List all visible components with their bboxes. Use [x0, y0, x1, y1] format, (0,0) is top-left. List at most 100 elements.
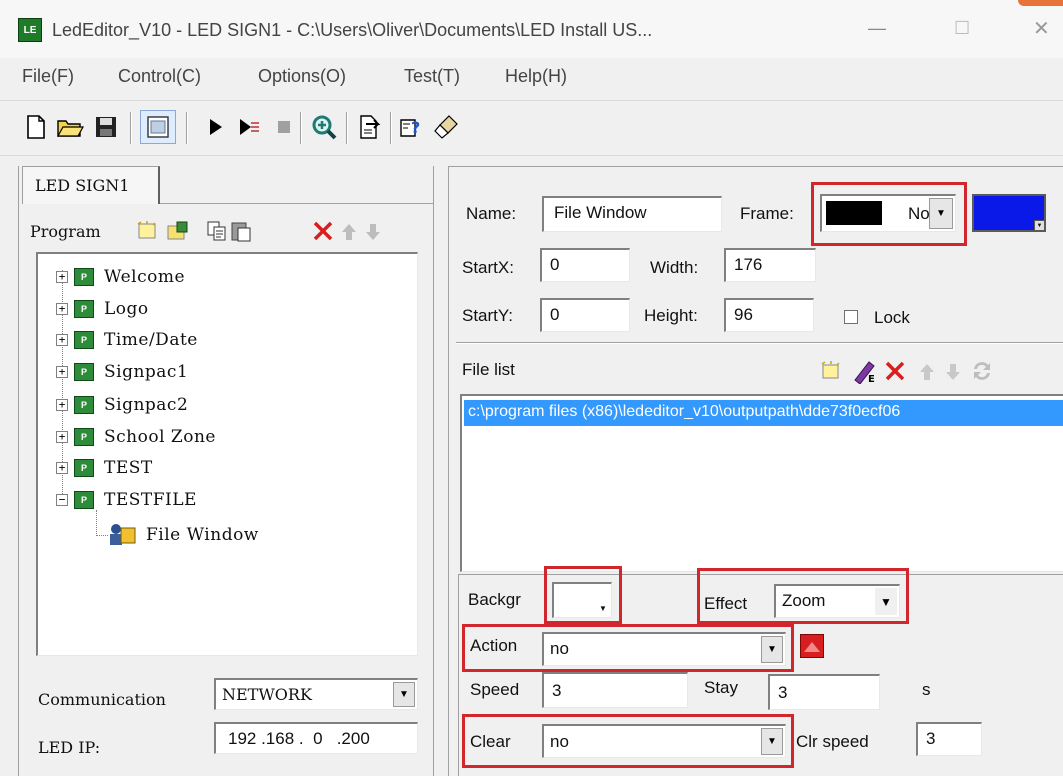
clr-speed-input[interactable]: 3: [916, 722, 982, 756]
toolbar-separator: [130, 112, 132, 144]
toolbar-separator: [186, 112, 188, 144]
height-input[interactable]: 96: [724, 298, 814, 332]
file-list-label: File list: [462, 360, 515, 379]
stay-unit: s: [922, 680, 931, 699]
expand-button[interactable]: +: [56, 431, 68, 443]
tree-item-welcome[interactable]: + P Welcome: [56, 262, 185, 292]
menu-control[interactable]: Control(C): [118, 66, 201, 87]
expand-button[interactable]: +: [56, 334, 68, 346]
tree-item-label: School Zone: [104, 427, 216, 447]
zoom-icon[interactable]: [310, 113, 338, 141]
save-icon[interactable]: [92, 113, 120, 141]
expand-button[interactable]: +: [56, 462, 68, 474]
tree-item-label: TEST: [104, 458, 153, 478]
tree-item-label: Time/Date: [104, 330, 198, 350]
tree-item-school-zone[interactable]: + P School Zone: [56, 422, 216, 452]
starty-label: StartY:: [462, 306, 514, 325]
highlight-clear: [462, 714, 794, 768]
app-icon: LE: [18, 18, 42, 42]
expand-button[interactable]: +: [56, 271, 68, 283]
stay-input[interactable]: 3: [768, 674, 880, 710]
program-icon: P: [74, 396, 94, 414]
delete-icon[interactable]: [312, 220, 334, 242]
close-button[interactable]: ✕: [1033, 16, 1050, 41]
add-program-icon[interactable]: [136, 220, 158, 242]
help-icon[interactable]: ?: [398, 113, 426, 141]
window-title: LedEditor_V10 - LED SIGN1 - C:\Users\Oli…: [52, 20, 653, 40]
edit-file-icon[interactable]: E: [852, 358, 880, 385]
expand-button[interactable]: +: [56, 366, 68, 378]
clean-brush-icon[interactable]: [432, 113, 460, 141]
file-list-item[interactable]: c:\program files (x86)\lededitor_v10\out…: [464, 400, 1063, 426]
communication-select[interactable]: NETWORK ▼: [214, 678, 418, 710]
starty-input[interactable]: 0: [540, 298, 630, 332]
tree-item-label: Signpac1: [104, 362, 189, 382]
width-input[interactable]: 176: [724, 248, 816, 282]
highlight-background: [544, 566, 622, 624]
minimize-button[interactable]: —: [868, 18, 886, 39]
tab-led-sign1[interactable]: LED SIGN1: [22, 166, 160, 204]
add-window-icon[interactable]: [166, 220, 190, 242]
tree-item-file-window[interactable]: File Window: [108, 520, 259, 550]
startx-value: 0: [550, 255, 560, 274]
chevron-down-icon: ▼: [1034, 220, 1044, 230]
collapse-button[interactable]: −: [56, 494, 68, 506]
speed-label: Speed: [470, 680, 520, 699]
tree-item-label: Logo: [104, 299, 149, 319]
open-folder-icon[interactable]: [56, 113, 84, 141]
menu-options[interactable]: Options(O): [258, 66, 346, 87]
stop-icon[interactable]: [270, 113, 298, 141]
program-icon: P: [74, 363, 94, 381]
copy-icon[interactable]: [206, 220, 228, 242]
led-ip-field[interactable]: 192 .168 . 0 .200: [214, 722, 418, 754]
tree-item-label: Welcome: [104, 267, 186, 287]
move-up-icon[interactable]: [340, 222, 360, 242]
tree-item-signpac1[interactable]: + P Signpac1: [56, 357, 188, 387]
height-label: Height:: [644, 306, 698, 325]
toolbar-separator: [346, 112, 348, 144]
highlight-effect: [697, 568, 909, 624]
corner-accent: [1018, 0, 1063, 6]
speed-input[interactable]: 3: [542, 672, 688, 708]
add-file-icon[interactable]: [820, 360, 842, 382]
expand-button[interactable]: +: [56, 399, 68, 411]
move-file-down-icon[interactable]: [944, 362, 962, 382]
tree-item-time-date[interactable]: + P Time/Date: [56, 325, 198, 355]
move-down-icon[interactable]: [364, 222, 384, 242]
background-label: Backgr: [468, 590, 521, 609]
tree-item-test[interactable]: + P TEST: [56, 453, 153, 483]
tree-item-testfile[interactable]: − P TESTFILE: [56, 485, 197, 515]
tree-child-label: File Window: [146, 525, 259, 545]
program-label: Program: [30, 222, 101, 241]
menu-help[interactable]: Help(H): [505, 66, 567, 87]
step-play-icon[interactable]: [236, 113, 264, 141]
tree-item-logo[interactable]: + P Logo: [56, 294, 149, 324]
file-list-box[interactable]: c:\program files (x86)\lededitor_v10\out…: [460, 394, 1063, 572]
paste-icon[interactable]: [230, 220, 252, 242]
export-icon[interactable]: [356, 113, 384, 141]
lock-checkbox[interactable]: [844, 310, 858, 324]
menu-file[interactable]: File(F): [22, 66, 74, 87]
new-file-icon[interactable]: [22, 113, 50, 141]
name-label: Name:: [466, 204, 517, 223]
speed-value: 3: [552, 681, 562, 700]
grid-view-icon[interactable]: [140, 110, 176, 144]
expand-button[interactable]: +: [56, 303, 68, 315]
frame-color-picker[interactable]: ▼: [972, 194, 1046, 232]
menu-test[interactable]: Test(T): [404, 66, 460, 87]
action-preview-icon[interactable]: [800, 634, 824, 658]
clr-speed-value: 3: [926, 729, 936, 748]
name-value: File Window: [554, 203, 647, 222]
tree-item-signpac2[interactable]: + P Signpac2: [56, 390, 188, 420]
startx-input[interactable]: 0: [540, 248, 630, 282]
name-input[interactable]: File Window: [542, 196, 722, 232]
play-icon[interactable]: [202, 113, 230, 141]
maximize-button[interactable]: ☐: [954, 18, 970, 39]
chevron-down-icon[interactable]: ▼: [393, 682, 415, 707]
move-file-up-icon[interactable]: [918, 362, 936, 382]
refresh-file-icon[interactable]: [970, 360, 994, 382]
tab-underline: [160, 203, 434, 204]
delete-file-icon[interactable]: [884, 360, 906, 382]
program-icon: P: [74, 459, 94, 477]
led-ip-label: LED IP:: [38, 738, 101, 757]
